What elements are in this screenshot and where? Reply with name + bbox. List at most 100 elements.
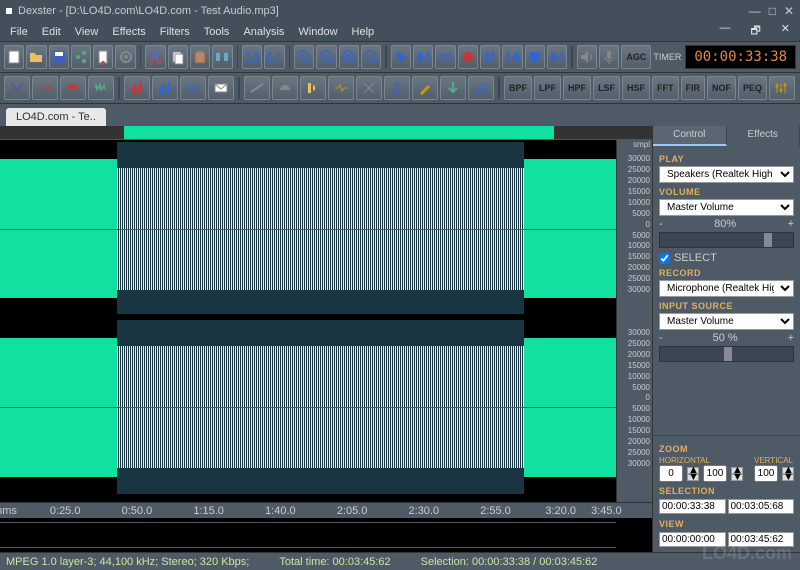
skip-fwd-icon[interactable] xyxy=(547,45,567,69)
status-selection: Selection: 00:00:33:38 / 00:03:45:62 xyxy=(421,556,598,568)
fx-dish-icon[interactable] xyxy=(272,76,298,100)
doc-restore-icon[interactable]: 🗗 xyxy=(744,20,766,43)
spin-down-icon[interactable]: ▼ xyxy=(731,474,743,481)
loop-icon[interactable] xyxy=(435,45,455,69)
fir-button[interactable]: FIR xyxy=(681,76,706,100)
lpf-button[interactable]: LPF xyxy=(534,76,561,100)
fx-waves-icon[interactable] xyxy=(180,76,206,100)
skip-back-icon[interactable] xyxy=(502,45,522,69)
timeline-top[interactable] xyxy=(0,126,652,140)
zoom-v[interactable] xyxy=(754,465,778,482)
select-checkbox[interactable]: SELECT xyxy=(659,252,794,264)
menu-view[interactable]: View xyxy=(69,24,105,40)
maximize-icon[interactable]: □ xyxy=(769,4,776,18)
undo-icon[interactable] xyxy=(242,45,262,69)
pause-icon[interactable] xyxy=(480,45,500,69)
file-tab[interactable]: LO4D.com - Te.. xyxy=(6,108,106,126)
new-icon[interactable] xyxy=(4,45,24,69)
zoom-fit-icon[interactable] xyxy=(361,45,381,69)
hsf-button[interactable]: HSF xyxy=(622,76,650,100)
overview-bar[interactable] xyxy=(0,522,616,548)
waveform-display[interactable] xyxy=(0,140,616,502)
label-play: PLAY xyxy=(659,154,794,164)
sel-start[interactable] xyxy=(659,499,726,514)
x-axis: hms 0:25.0 0:50.0 1:15.0 1:40.0 2:05.0 2… xyxy=(0,502,652,518)
nof-button[interactable]: NOF xyxy=(707,76,736,100)
clipboard-icon[interactable] xyxy=(190,45,210,69)
fx-brush-icon[interactable] xyxy=(412,76,438,100)
fx-echo-icon[interactable] xyxy=(328,76,354,100)
fx-bars-icon[interactable] xyxy=(152,76,178,100)
input-source-select[interactable]: Master Volume xyxy=(659,313,794,330)
fx-arrow-icon[interactable] xyxy=(440,76,466,100)
fx-rev-icon[interactable] xyxy=(384,76,410,100)
play-sel-icon[interactable] xyxy=(413,45,433,69)
copy-icon[interactable] xyxy=(168,45,188,69)
fx-crossfade-icon[interactable] xyxy=(4,76,30,100)
menu-effects[interactable]: Effects xyxy=(106,24,151,40)
zoom-in-icon[interactable] xyxy=(294,45,314,69)
menu-file[interactable]: File xyxy=(4,24,34,40)
close-icon[interactable]: ✕ xyxy=(784,4,794,18)
hpf-button[interactable]: HPF xyxy=(563,76,591,100)
view-start[interactable] xyxy=(659,532,726,547)
note-icon[interactable] xyxy=(468,76,494,100)
mail-icon[interactable] xyxy=(208,76,234,100)
speaker-icon[interactable] xyxy=(577,45,597,69)
volume-slider[interactable] xyxy=(659,232,794,248)
zoom-sel-icon[interactable] xyxy=(339,45,359,69)
tab-effects[interactable]: Effects xyxy=(727,126,800,146)
fx-shift-icon[interactable] xyxy=(32,76,58,100)
open-icon[interactable] xyxy=(26,45,46,69)
view-end[interactable] xyxy=(728,532,795,547)
menu-window[interactable]: Window xyxy=(292,24,343,40)
minimize-icon[interactable]: — xyxy=(749,4,761,18)
peq-button[interactable]: PEQ xyxy=(738,76,767,100)
settings-icon[interactable] xyxy=(115,45,135,69)
doc-close-icon[interactable]: ✕ xyxy=(775,20,796,43)
zoom-h-end[interactable] xyxy=(703,465,727,482)
menu-filters[interactable]: Filters xyxy=(154,24,196,40)
record-icon[interactable] xyxy=(458,45,478,69)
mic-icon[interactable] xyxy=(599,45,619,69)
lsf-button[interactable]: LSF xyxy=(593,76,620,100)
eq-icon[interactable] xyxy=(769,76,795,100)
sel-end[interactable] xyxy=(728,499,795,514)
fft-button[interactable]: FFT xyxy=(652,76,679,100)
cut-icon[interactable] xyxy=(145,45,165,69)
toolbar-main: AGC TIMER 00:00:33:38 xyxy=(0,42,800,73)
agc-button[interactable]: AGC xyxy=(621,45,651,69)
fx-flip-icon[interactable] xyxy=(356,76,382,100)
doc-minimize-icon[interactable]: — xyxy=(713,20,736,43)
input-pct: 50 % xyxy=(667,332,784,344)
zoom-h-start[interactable] xyxy=(659,465,683,482)
menu-tools[interactable]: Tools xyxy=(198,24,236,40)
fx-reverb-icon[interactable] xyxy=(300,76,326,100)
paste-file-icon[interactable] xyxy=(93,45,113,69)
zoom-out-icon[interactable] xyxy=(316,45,336,69)
label-selection: SELECTION xyxy=(659,486,794,496)
trim-icon[interactable] xyxy=(212,45,232,69)
fx-fade-icon[interactable] xyxy=(244,76,270,100)
status-format: MPEG 1.0 layer-3; 44,100 kHz; Stereo; 32… xyxy=(6,556,249,568)
menu-edit[interactable]: Edit xyxy=(36,24,67,40)
fx-noise-icon[interactable] xyxy=(60,76,86,100)
fx-amp-icon[interactable] xyxy=(88,76,114,100)
bpf-button[interactable]: BPF xyxy=(504,76,532,100)
tab-control[interactable]: Control xyxy=(653,126,727,146)
fx-spectrum-icon[interactable] xyxy=(124,76,150,100)
share-icon[interactable] xyxy=(71,45,91,69)
input-slider[interactable] xyxy=(659,346,794,362)
record-device-select[interactable]: Microphone (Realtek High D xyxy=(659,280,794,297)
menu-help[interactable]: Help xyxy=(346,24,381,40)
save-icon[interactable] xyxy=(49,45,69,69)
redo-icon[interactable] xyxy=(264,45,284,69)
play-device-select[interactable]: Speakers (Realtek High Def xyxy=(659,166,794,183)
volume-select[interactable]: Master Volume xyxy=(659,199,794,216)
play-icon[interactable] xyxy=(391,45,411,69)
label-view: VIEW xyxy=(659,519,794,529)
spin-down-icon[interactable]: ▼ xyxy=(782,474,794,481)
spin-down-icon[interactable]: ▼ xyxy=(687,474,699,481)
stop-icon[interactable] xyxy=(525,45,545,69)
menu-analysis[interactable]: Analysis xyxy=(237,24,290,40)
